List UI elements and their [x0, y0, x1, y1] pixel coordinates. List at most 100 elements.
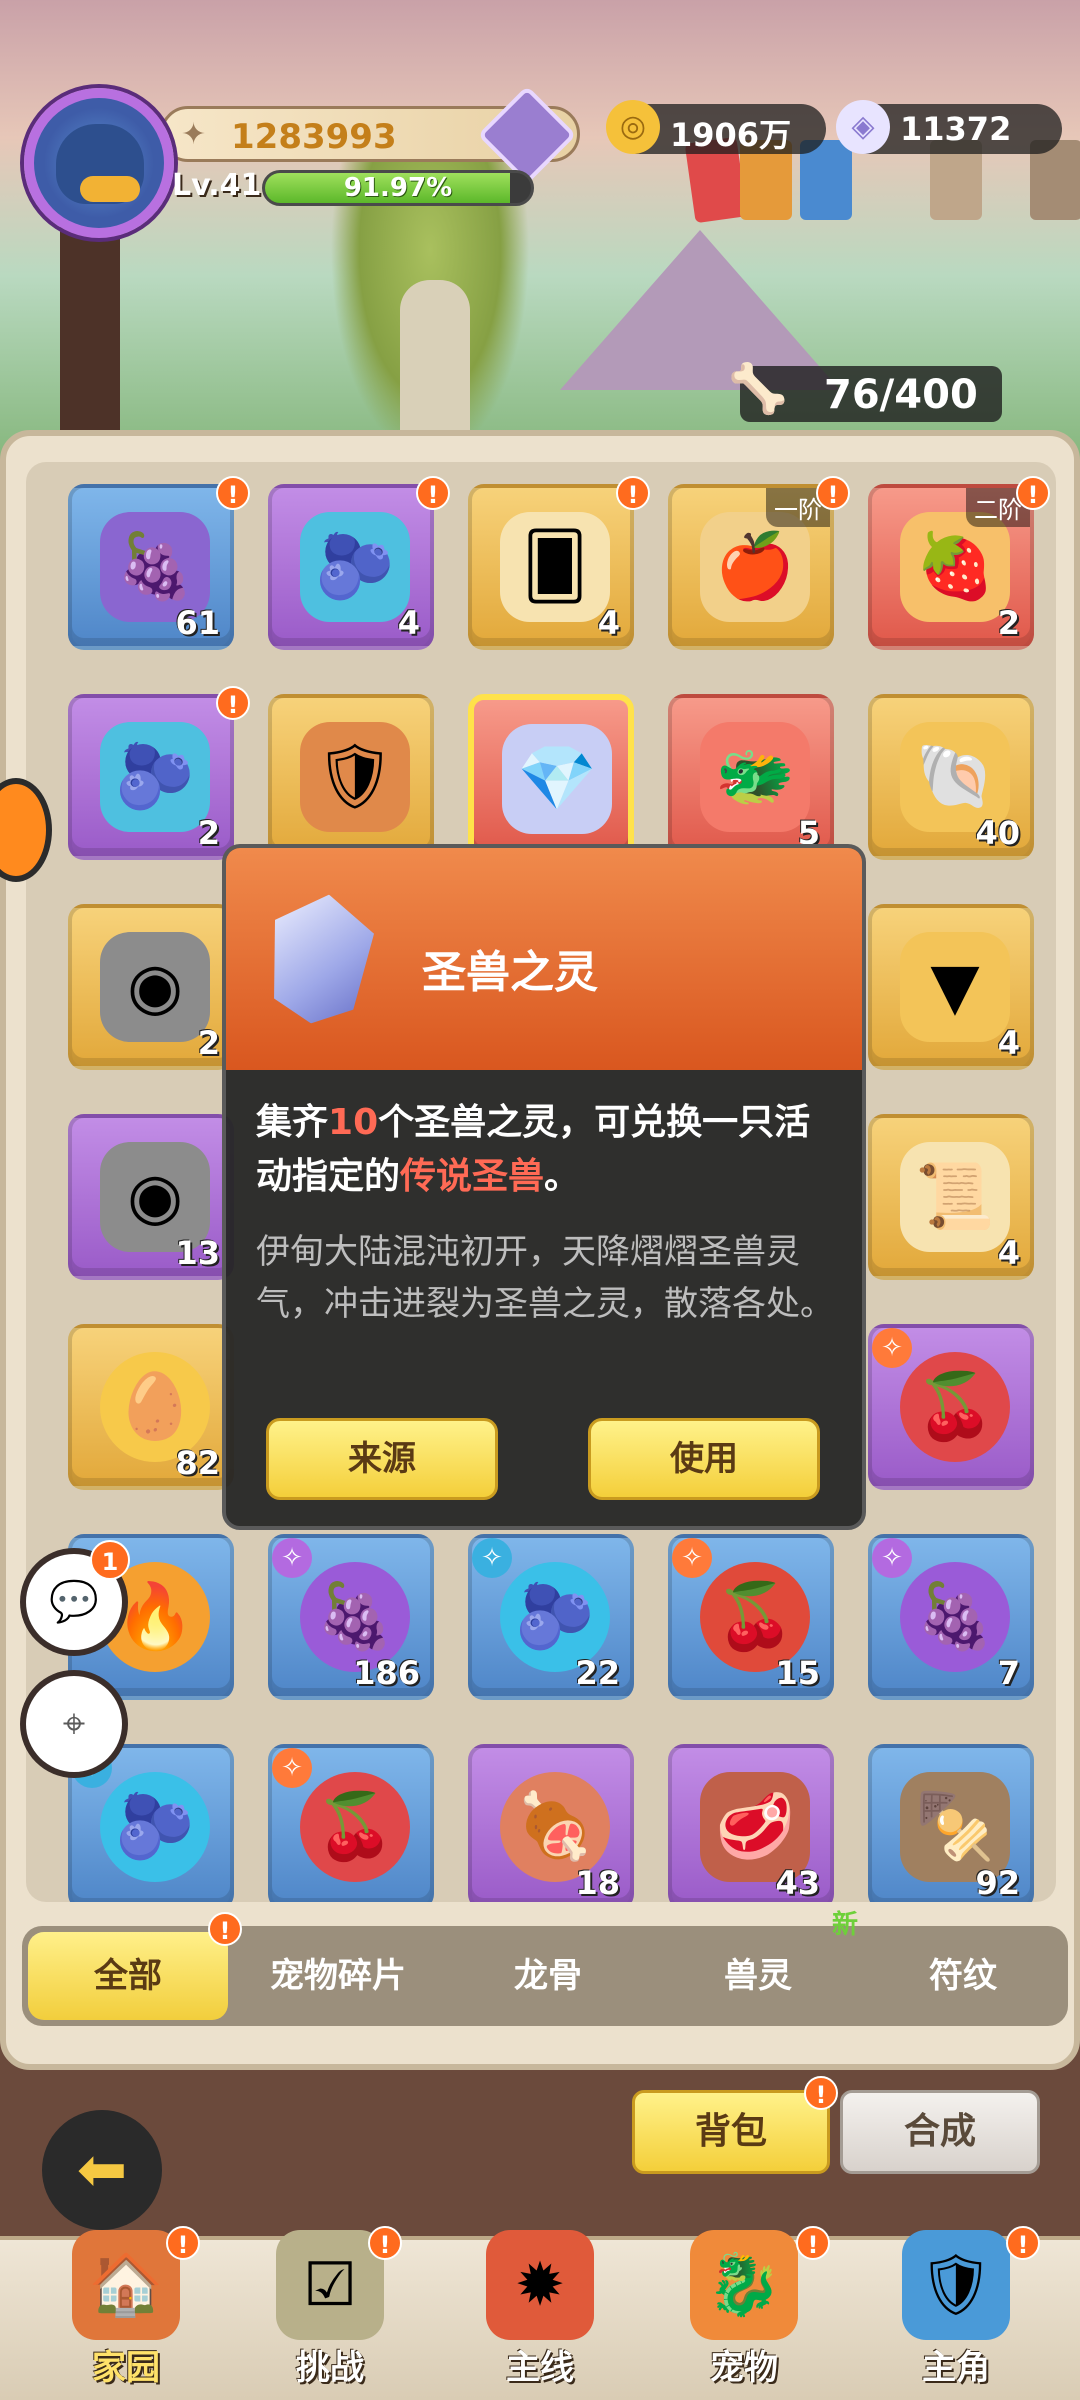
- item-skewers[interactable]: 🍢 92: [868, 1744, 1034, 1902]
- nav-main-quest[interactable]: ✹ 主线: [460, 2230, 620, 2400]
- berry-crate-icon: 🫐: [100, 722, 210, 832]
- drill-icon: ▼: [900, 932, 1010, 1042]
- fruit-chest-icon: 🍓: [900, 512, 1010, 622]
- alert-badge-icon: !: [804, 2076, 838, 2110]
- gold-counter[interactable]: ◎ 1906万: [606, 100, 826, 154]
- berry-crate-icon: 🫐: [300, 512, 410, 622]
- arcane-type-icon: ✧: [872, 1538, 912, 1578]
- nav-pets[interactable]: 🐉 宠物: [664, 2230, 824, 2400]
- item-holy-beast-spirit[interactable]: 💎: [468, 694, 634, 860]
- popup-description: 集齐10个圣兽之灵，可兑换一只活动指定的传说圣兽。: [256, 1102, 811, 1197]
- alert-badge-icon: !: [166, 2226, 200, 2260]
- shield-emblem-icon: 🛡: [300, 722, 410, 832]
- required-count: 10: [328, 1102, 379, 1143]
- tab-all[interactable]: 全部: [28, 1932, 228, 2020]
- alert-badge-icon: !: [1006, 2226, 1040, 2260]
- cherry-icon: 🍒: [900, 1352, 1010, 1462]
- craft-button[interactable]: 合成: [840, 2090, 1040, 2174]
- item-dragon-head[interactable]: 🐲 5: [668, 694, 834, 860]
- item-shell-coin[interactable]: 🐚 40: [868, 694, 1034, 860]
- location-pin-icon[interactable]: ⌖: [26, 1676, 122, 1772]
- arcane-type-icon: ✧: [272, 1538, 312, 1578]
- item-cherry[interactable]: ✧ 🍒: [268, 1744, 434, 1902]
- bone-icon: 🦴: [728, 361, 788, 417]
- crystal-icon: [261, 888, 378, 1031]
- item-fruit-chest-tier1[interactable]: 🍎 一阶: [668, 484, 834, 650]
- tab-rune[interactable]: 符纹: [868, 1932, 1058, 2020]
- shell-value: 11372: [900, 110, 1012, 148]
- chat-badge: 1: [90, 1540, 130, 1580]
- shell-counter[interactable]: ◈ 11372: [836, 100, 1062, 154]
- item-grapes[interactable]: ✧ 🍇 186: [268, 1534, 434, 1700]
- gold-coin-icon: ◎: [606, 100, 660, 154]
- shell-icon: ◈: [836, 100, 890, 154]
- grape-icon: 🍇: [900, 1562, 1010, 1672]
- fire-type-icon: ✧: [672, 1538, 712, 1578]
- avatar-beak: [80, 176, 140, 202]
- tab-pet-fragments[interactable]: 宠物碎片: [238, 1932, 438, 2020]
- category-tabs: 全部 宠物碎片 龙骨 兽灵 符纹 ! 新: [22, 1910, 1068, 2026]
- alert-badge-icon: !: [816, 476, 850, 510]
- ice-type-icon: ✧: [472, 1538, 512, 1578]
- gold-value: 1906万: [670, 116, 792, 154]
- home-icon: 🏠: [72, 2230, 180, 2340]
- back-arrow-icon[interactable]: ⬅: [42, 2110, 162, 2230]
- item-golden-egg[interactable]: 🥚 82: [68, 1324, 234, 1490]
- pet-dragon-icon: 🐉: [690, 2230, 798, 2340]
- popup-header: 圣兽之灵: [226, 848, 862, 1070]
- item-cherry-pair[interactable]: ✧ 🍒 15: [668, 1534, 834, 1700]
- bone-counter[interactable]: 🦴 76/400: [728, 361, 1002, 422]
- rune-stone-icon: ◉: [100, 932, 210, 1042]
- fruit-chest-icon: 🍎: [700, 512, 810, 622]
- item-grapes-small[interactable]: ✧ 🍇 7: [868, 1534, 1034, 1700]
- power-value: 1283993: [231, 117, 397, 157]
- bone-value: 76/400: [824, 372, 978, 418]
- tab-beast-spirit[interactable]: 兽灵: [658, 1932, 858, 2020]
- fire-type-icon: ✧: [272, 1748, 312, 1788]
- main-quest-icon: ✹: [486, 2230, 594, 2340]
- item-cherries[interactable]: ✧ 🍒: [868, 1324, 1034, 1490]
- item-detail-popup: 圣兽之灵 集齐10个圣兽之灵，可兑换一只活动指定的传说圣兽。 伊甸大陆混沌初开，…: [222, 844, 866, 1530]
- item-rune-stone[interactable]: ◉ 13: [68, 1114, 234, 1280]
- item-berry-crate[interactable]: 🫐 4: [268, 484, 434, 650]
- alert-badge-icon: !: [216, 476, 250, 510]
- item-shield-emblem[interactable]: 🛡: [268, 694, 434, 860]
- new-tag: 新: [832, 1910, 859, 1940]
- tab-dragon-bone[interactable]: 龙骨: [448, 1932, 648, 2020]
- item-grape-crate[interactable]: 🍇 61: [68, 484, 234, 650]
- alert-badge-icon: !: [796, 2226, 830, 2260]
- scroll-icon: 📜: [900, 1142, 1010, 1252]
- alert-badge-icon: !: [368, 2226, 402, 2260]
- dragon-head-icon: 🐲: [700, 722, 810, 832]
- power-icon: ✦: [181, 117, 207, 152]
- item-rune-stone[interactable]: ◉ 2: [68, 904, 234, 1070]
- crystal-icon: 💎: [502, 724, 612, 834]
- exp-text: 91.97%: [343, 173, 453, 203]
- player-avatar[interactable]: [24, 88, 174, 238]
- bag-button[interactable]: 背包: [632, 2090, 830, 2174]
- item-card[interactable]: 🂠 4: [468, 484, 634, 650]
- alert-badge-icon: !: [616, 476, 650, 510]
- alert-badge-icon: !: [216, 686, 250, 720]
- reward-name: 传说圣兽: [400, 1156, 545, 1197]
- item-drill[interactable]: ▼ 4: [868, 904, 1034, 1070]
- hero-icon: 🛡: [902, 2230, 1010, 2340]
- card-icon: 🂠: [500, 512, 610, 622]
- item-fruit-chest-tier2[interactable]: 🍓 二阶 2: [868, 484, 1034, 650]
- source-button[interactable]: 来源: [266, 1418, 498, 1500]
- player-level: Lv.41: [172, 168, 262, 203]
- popup-title: 圣兽之灵: [422, 947, 598, 998]
- item-ribs[interactable]: 🥩 43: [668, 1744, 834, 1902]
- use-button[interactable]: 使用: [588, 1418, 820, 1500]
- fire-type-icon: ✧: [872, 1328, 912, 1368]
- item-berry-crate[interactable]: 🫐 2: [68, 694, 234, 860]
- alert-badge-icon: !: [416, 476, 450, 510]
- item-blueberries[interactable]: ✧ 🫐 22: [468, 1534, 634, 1700]
- popup-lore: 伊甸大陆混沌初开，天降熠熠圣兽灵气，冲击进裂为圣兽之灵，散落各处。: [256, 1232, 834, 1324]
- item-scroll[interactable]: 📜 4: [868, 1114, 1034, 1280]
- bottom-nav: 🏠 家园 ☑ 挑战 ✹ 主线 🐉 宠物 🛡 主角 ! ! ! !: [0, 2226, 1080, 2400]
- item-meat[interactable]: 🍖 18: [468, 1744, 634, 1902]
- alert-badge-icon: !: [1016, 476, 1050, 510]
- cherry-icon: 🍒: [300, 1772, 410, 1882]
- alert-badge-icon: !: [208, 1912, 242, 1946]
